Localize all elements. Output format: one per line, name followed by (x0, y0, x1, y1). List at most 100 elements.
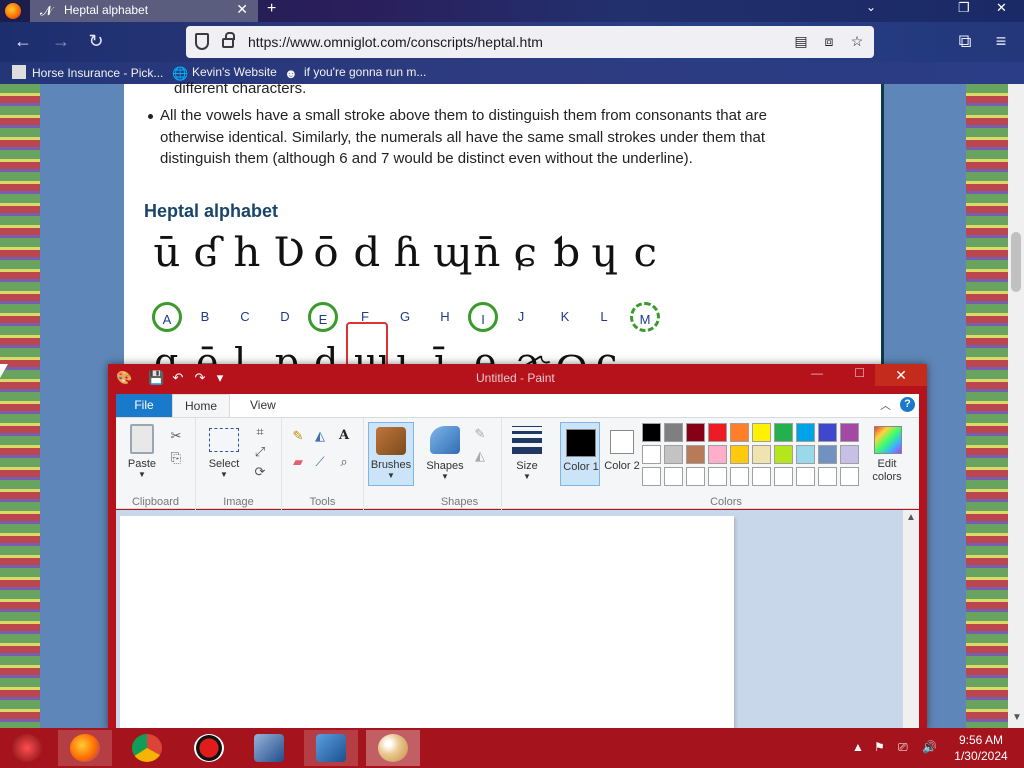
palette-swatch[interactable] (796, 445, 815, 464)
palette-swatch[interactable] (642, 445, 661, 464)
page-scroll-down-icon[interactable]: ▼ (1012, 712, 1022, 723)
crop-icon[interactable]: ⌗ (252, 424, 268, 440)
palette-swatch[interactable] (840, 467, 859, 486)
taskbar-virtualbox[interactable] (242, 730, 296, 766)
palette-swatch[interactable] (796, 423, 815, 442)
palette-swatch[interactable] (708, 445, 727, 464)
action-center-flag-icon[interactable]: ⚑ (874, 740, 885, 754)
pencil-icon[interactable]: ✎ (290, 428, 306, 444)
tab-close-icon[interactable]: ✕ (236, 1, 248, 18)
palette-swatch[interactable] (642, 423, 661, 442)
taskbar-paint[interactable] (366, 730, 420, 766)
palette-swatch[interactable] (818, 467, 837, 486)
palette-swatch[interactable] (796, 467, 815, 486)
palette-swatch[interactable] (752, 445, 771, 464)
canvas-scrollbar[interactable]: ▲ (903, 510, 919, 730)
edit-colors-button[interactable]: Edit colors (862, 458, 912, 484)
app-menu-icon[interactable]: ≡ (990, 30, 1012, 52)
copy-icon[interactable]: ⎘ (168, 450, 184, 466)
magnifier-icon[interactable]: ⌕ (336, 454, 352, 470)
palette-swatch[interactable] (840, 423, 859, 442)
palette-swatch[interactable] (664, 467, 683, 486)
palette-swatch[interactable] (686, 445, 705, 464)
paint-app-icon[interactable]: 🎨 (116, 370, 132, 386)
start-button[interactable] (0, 730, 54, 766)
undo-icon[interactable]: ↶ (170, 370, 186, 386)
help-icon[interactable]: ? (900, 397, 915, 412)
taskbar-recorder[interactable] (182, 730, 236, 766)
close-window-icon[interactable]: ✕ (996, 0, 1007, 16)
minimize-icon[interactable]: — (811, 366, 823, 380)
url-text[interactable]: https://www.omniglot.com/conscripts/hept… (248, 34, 543, 50)
palette-swatch[interactable] (730, 445, 749, 464)
text-icon[interactable]: A (336, 428, 352, 444)
outline-icon[interactable]: ✎ (472, 426, 488, 442)
taskbar-chrome[interactable] (120, 730, 174, 766)
lock-icon[interactable] (222, 32, 235, 48)
reload-icon[interactable]: ↻ (85, 30, 107, 52)
palette-swatch[interactable] (664, 423, 683, 442)
tab-home[interactable]: Home (172, 394, 230, 417)
tracking-shield-icon[interactable] (195, 33, 209, 50)
palette-swatch[interactable] (818, 423, 837, 442)
taskbar-vm-xp[interactable] (304, 730, 358, 766)
address-bar[interactable]: https://www.omniglot.com/conscripts/hept… (186, 26, 874, 58)
volume-icon[interactable]: 🔊 (922, 740, 937, 754)
edit-colors-icon[interactable] (874, 426, 902, 454)
new-tab-button[interactable]: + (267, 0, 276, 18)
collapse-ribbon-icon[interactable]: ︿ (880, 397, 891, 413)
rotate-icon[interactable]: ⟳ (252, 464, 268, 480)
taskbar-firefox[interactable] (58, 730, 112, 766)
scroll-up-icon[interactable]: ▲ (906, 512, 916, 523)
show-hidden-icons-icon[interactable]: ▲ (852, 740, 864, 754)
extensions-icon[interactable]: ⧉ (954, 30, 976, 52)
palette-swatch[interactable] (686, 423, 705, 442)
palette-swatch[interactable] (818, 445, 837, 464)
customize-toolbar-icon[interactable]: ▾ (212, 370, 228, 386)
tab-file[interactable]: File (116, 394, 172, 417)
cut-icon[interactable]: ✂ (168, 428, 184, 444)
palette-swatch[interactable] (774, 467, 793, 486)
reader-view-icon[interactable]: ▤ (793, 33, 809, 49)
eraser-icon[interactable]: ▰ (290, 454, 306, 470)
fill-icon[interactable]: ◭ (472, 448, 488, 464)
palette-swatch[interactable] (730, 423, 749, 442)
palette-swatch[interactable] (774, 423, 793, 442)
back-arrow-icon[interactable]: ← (12, 30, 34, 52)
picture-in-picture-icon[interactable]: ⧈ (821, 33, 837, 49)
brushes-button[interactable]: Brushes ▼ (368, 422, 414, 486)
maximize-icon[interactable]: ☐ (854, 366, 865, 380)
color-picker-icon[interactable]: ⟋ (312, 454, 328, 470)
select-button[interactable]: Select ▼ (202, 424, 246, 486)
tab-list-chevron-icon[interactable]: ⌄ (866, 0, 876, 14)
paint-close-button[interactable]: ✕ (875, 364, 927, 386)
bookmark-gonna-run[interactable]: ☻ if you're gonna run m... (284, 65, 426, 81)
palette-swatch[interactable] (664, 445, 683, 464)
color2-button[interactable]: Color 2 (602, 422, 642, 486)
color1-button[interactable]: Color 1 (560, 422, 600, 486)
drawing-canvas[interactable] (120, 516, 734, 730)
palette-swatch[interactable] (686, 467, 705, 486)
network-icon[interactable]: ⎚ (898, 740, 908, 755)
palette-swatch[interactable] (752, 423, 771, 442)
restore-window-icon[interactable]: ❐ (958, 0, 970, 16)
palette-swatch[interactable] (840, 445, 859, 464)
size-button[interactable]: Size ▼ (508, 424, 546, 486)
palette-swatch[interactable] (774, 445, 793, 464)
paint-title-bar[interactable]: 🎨 💾 ↶ ↷ ▾ Untitled - Paint — ☐ ✕ (108, 364, 927, 392)
tab-heptal-alphabet[interactable]: 𝓝 Heptal alphabet ✕ (30, 0, 258, 22)
bookmark-horse-insurance[interactable]: Horse Insurance - Pick... (12, 65, 163, 80)
bookmark-star-icon[interactable]: ☆ (849, 33, 865, 49)
bookmark-kevins-website[interactable]: 🌐 Kevin's Website (172, 65, 277, 81)
save-icon[interactable]: 💾 (148, 370, 164, 386)
firefox-menu-icon[interactable] (5, 3, 21, 19)
palette-swatch[interactable] (708, 467, 727, 486)
palette-swatch[interactable] (752, 467, 771, 486)
scrollbar-thumb[interactable] (1011, 232, 1021, 292)
resize-icon[interactable]: ⤢ (252, 444, 268, 460)
tab-view[interactable]: View (236, 394, 290, 417)
palette-swatch[interactable] (730, 467, 749, 486)
page-scrollbar[interactable] (1008, 84, 1024, 730)
paste-button[interactable]: Paste ▼ (124, 422, 160, 486)
forward-arrow-icon[interactable]: → (50, 30, 72, 52)
